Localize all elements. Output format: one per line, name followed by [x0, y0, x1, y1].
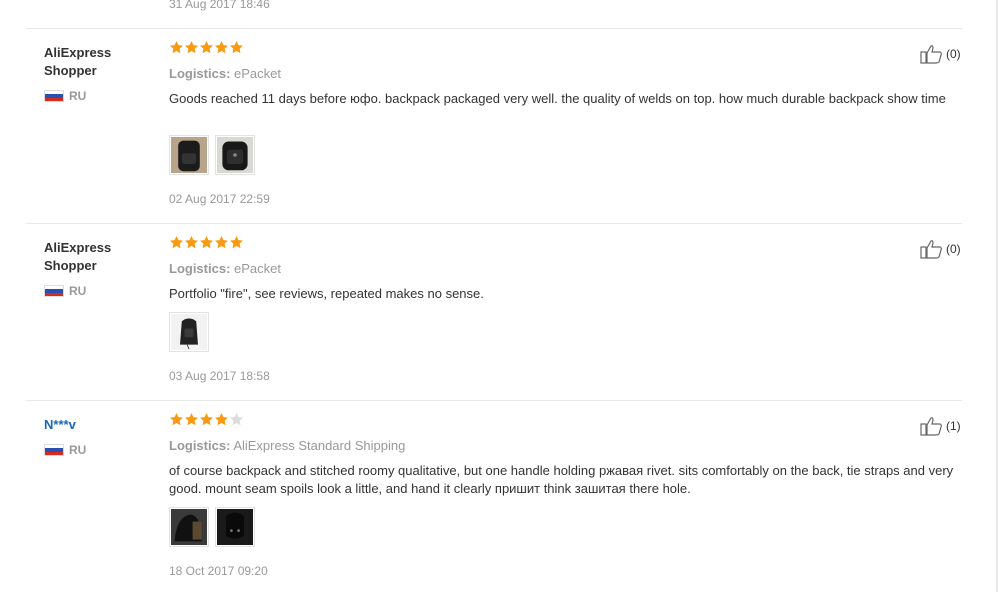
logistics-label: Logistics:	[169, 261, 231, 276]
reviewer-country: RU	[44, 89, 86, 103]
review-photos	[169, 135, 255, 175]
thumbs-up-icon	[920, 45, 942, 64]
review-photo-thumbnail[interactable]	[215, 135, 255, 175]
rating-stars	[169, 412, 244, 427]
thumbs-up-icon	[920, 240, 942, 259]
russia-flag-icon	[44, 285, 64, 297]
helpful-count: (0)	[946, 242, 961, 256]
review-separator	[26, 223, 962, 224]
thumbs-up-icon	[920, 417, 942, 436]
rating-stars	[169, 40, 244, 55]
logistics-value: ePacket	[234, 66, 282, 81]
review-text: Portfolio "fire", see reviews, repeated …	[169, 286, 484, 301]
logistics-value: AliExpress Standard Shipping	[233, 438, 406, 453]
country-code: RU	[69, 89, 87, 103]
russia-flag-icon	[44, 90, 64, 102]
helpful-count: (0)	[946, 47, 961, 61]
logistics-info: Logistics: ePacket	[169, 261, 281, 276]
star-filled-icon	[170, 40, 183, 54]
star-filled-icon	[185, 40, 198, 54]
star-filled-icon	[200, 412, 213, 426]
star-filled-icon	[200, 235, 213, 249]
star-filled-icon	[185, 235, 198, 249]
star-empty-icon	[230, 412, 243, 426]
review-separator	[26, 400, 962, 401]
review-separator	[26, 28, 962, 29]
review-photos	[169, 507, 255, 547]
review-photo-thumbnail[interactable]	[169, 135, 209, 175]
helpful-count: (1)	[946, 419, 961, 433]
logistics-info: Logistics: ePacket	[169, 66, 281, 81]
previous-review-date: 31 Aug 2017 18:46	[169, 0, 270, 11]
star-filled-icon	[170, 412, 183, 426]
helpful-button[interactable]: (0)	[920, 239, 961, 259]
review-text: of course backpack and stitched roomy qu…	[169, 463, 954, 496]
review-photo-thumbnail[interactable]	[169, 312, 209, 352]
star-filled-icon	[170, 235, 183, 249]
review-photo-thumbnail[interactable]	[169, 507, 209, 547]
backpack-photo-icon	[171, 509, 207, 545]
review-item: AliExpress Shopper RU Logistics: ePacket…	[0, 40, 998, 224]
reviewer-name: AliExpress Shopper	[44, 45, 112, 78]
star-filled-icon	[230, 40, 243, 54]
star-filled-icon	[200, 40, 213, 54]
reviewer-country: RU	[44, 443, 86, 457]
review-date: 18 Oct 2017 09:20	[169, 564, 268, 578]
star-filled-icon	[215, 235, 228, 249]
star-filled-icon	[230, 235, 243, 249]
review-date: 03 Aug 2017 18:58	[169, 369, 270, 383]
logistics-info: Logistics: AliExpress Standard Shipping	[169, 438, 405, 453]
review-item: AliExpress Shopper RU Logistics: ePacket…	[0, 235, 998, 399]
backpack-photo-icon	[217, 509, 253, 545]
review-photos	[169, 312, 209, 352]
russia-flag-icon	[44, 444, 64, 456]
reviewer-name-link[interactable]: N***v	[44, 416, 144, 434]
helpful-button[interactable]: (1)	[920, 416, 961, 436]
helpful-button[interactable]: (0)	[920, 44, 961, 64]
country-code: RU	[69, 284, 87, 298]
star-filled-icon	[215, 40, 228, 54]
review-item: N***v RU Logistics: AliExpress Standard …	[0, 412, 998, 592]
star-filled-icon	[185, 412, 198, 426]
star-filled-icon	[215, 412, 228, 426]
logistics-label: Logistics:	[169, 438, 231, 453]
backpack-photo-icon	[171, 314, 207, 350]
review-text: Goods reached 11 days before юфо. backpa…	[169, 91, 946, 106]
reviewer-name: AliExpress Shopper	[44, 240, 112, 273]
reviewer-country: RU	[44, 284, 86, 298]
review-date: 02 Aug 2017 22:59	[169, 192, 270, 206]
logistics-label: Logistics:	[169, 66, 231, 81]
country-code: RU	[69, 443, 87, 457]
rating-stars	[169, 235, 244, 250]
review-photo-thumbnail[interactable]	[215, 507, 255, 547]
backpack-photo-icon	[217, 137, 253, 173]
logistics-value: ePacket	[234, 261, 282, 276]
backpack-photo-icon	[171, 137, 207, 173]
